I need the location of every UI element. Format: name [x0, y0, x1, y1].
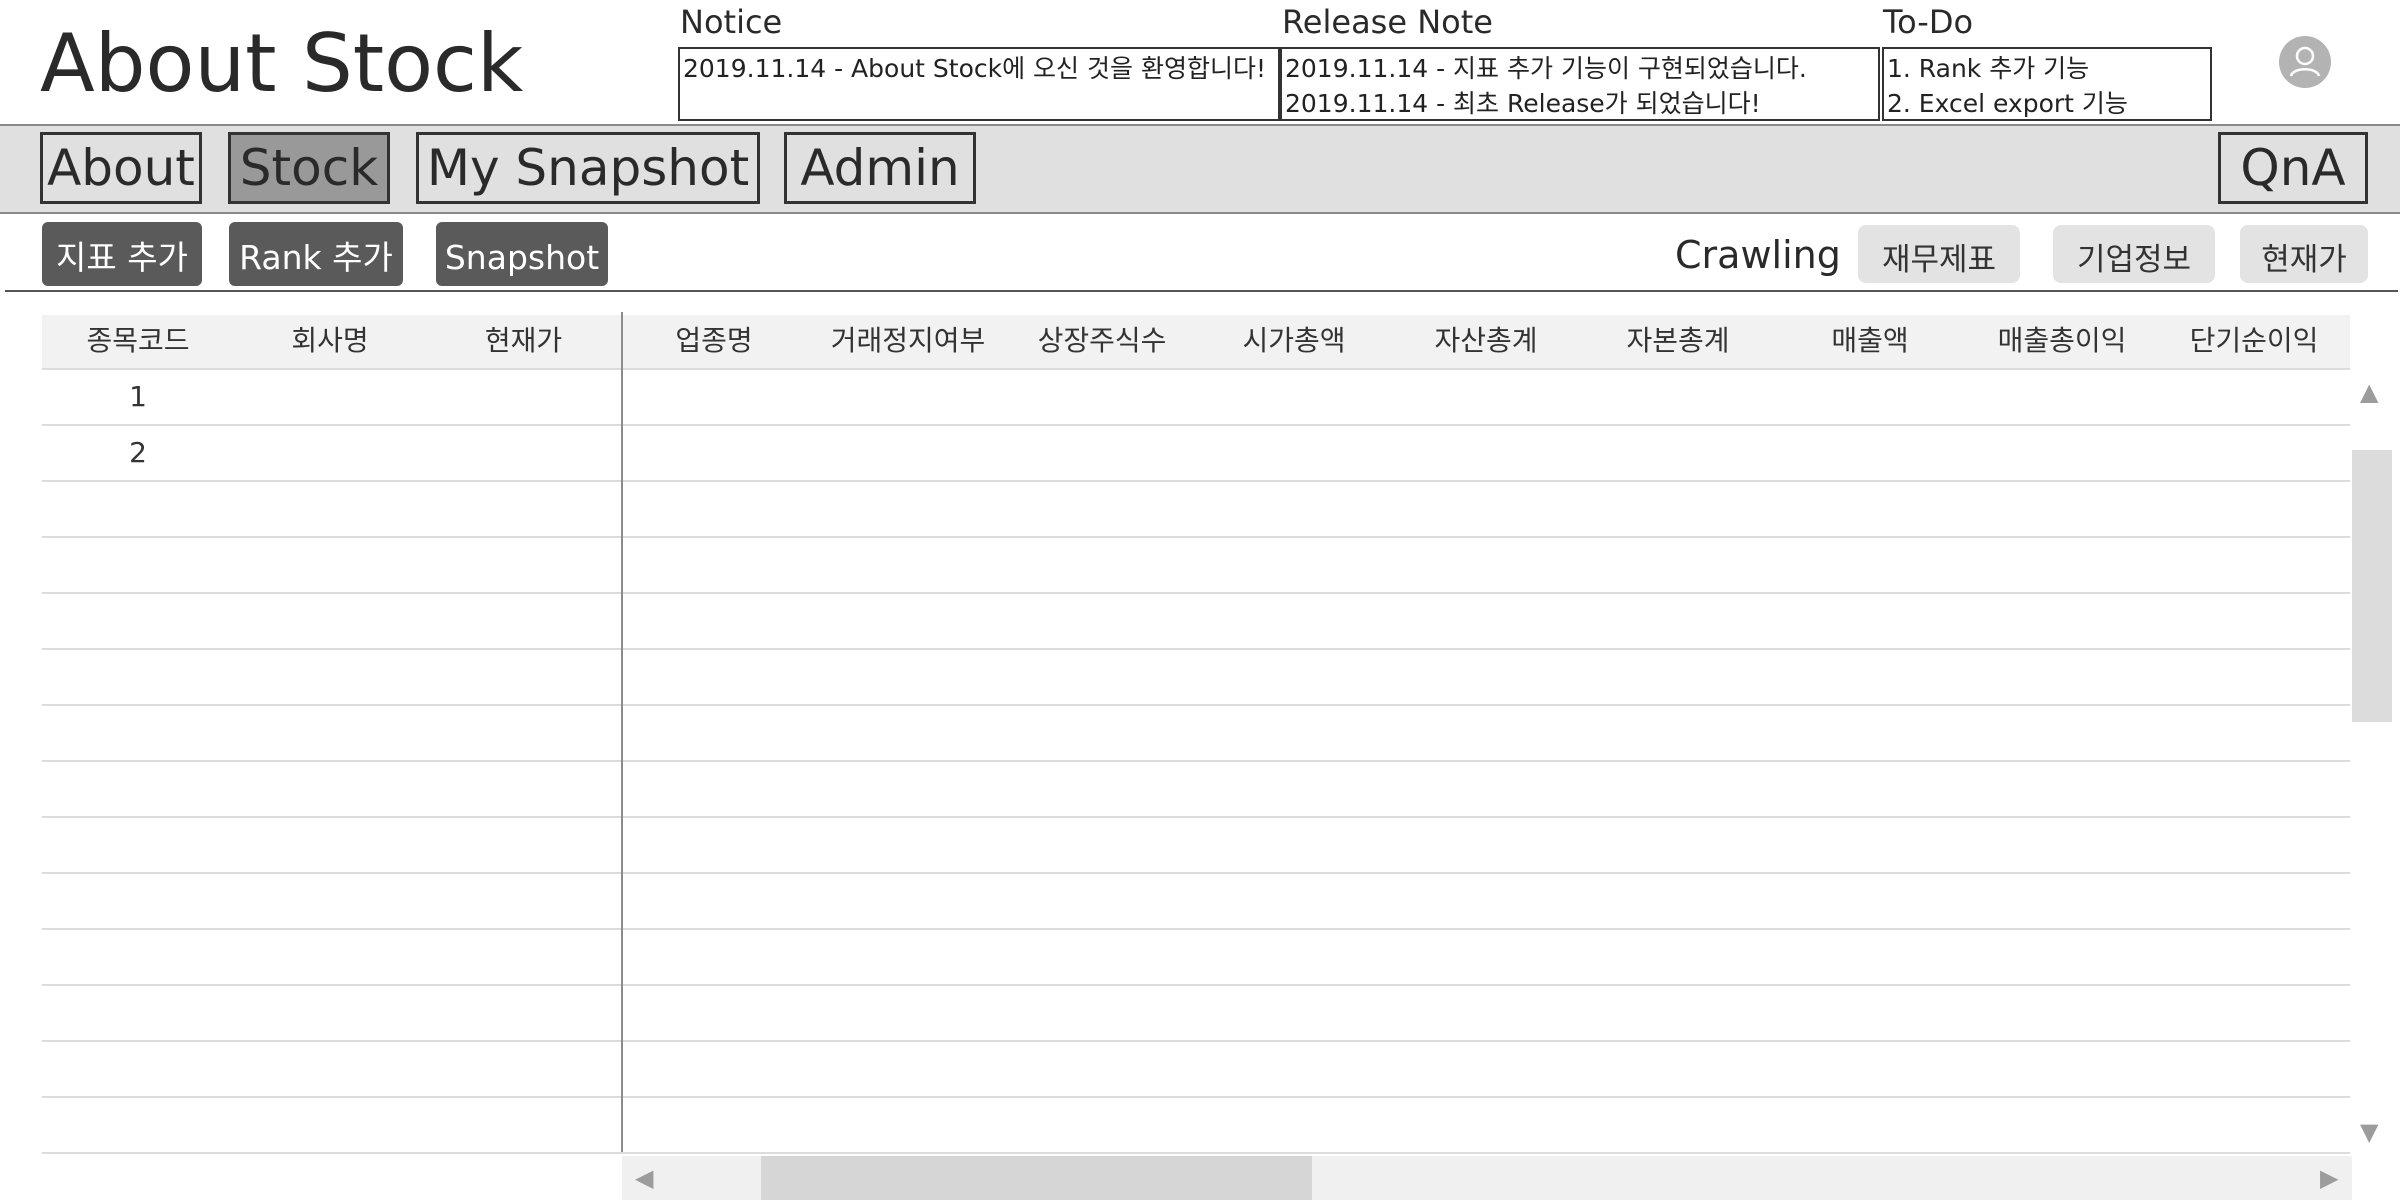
column-header[interactable]: 종목코드: [42, 315, 234, 369]
column-header[interactable]: 매출액: [1774, 315, 1966, 369]
row-divider: [42, 760, 2350, 762]
app-title: About Stock: [40, 17, 524, 110]
row-divider: [42, 592, 2350, 594]
release-note-title: Release Note: [1282, 3, 1493, 41]
toolbar-divider: [5, 290, 2398, 292]
row-divider: [42, 928, 2350, 930]
notice-title: Notice: [680, 3, 783, 41]
column-header[interactable]: 거래정지여부: [810, 315, 1006, 369]
row-divider: [42, 1096, 2350, 1098]
scroll-down-icon[interactable]: ▼: [2360, 1120, 2378, 1144]
tab-stock[interactable]: Stock: [228, 132, 390, 204]
column-header[interactable]: 자본총계: [1582, 315, 1774, 369]
release-note-box: 2019.11.14 - 지표 추가 기능이 구현되었습니다. 2019.11.…: [1280, 47, 1880, 121]
add-indicator-button[interactable]: 지표 추가: [42, 222, 202, 286]
row-divider: [42, 424, 2350, 426]
row-divider: [42, 536, 2350, 538]
scroll-up-icon[interactable]: ▲: [2360, 380, 2378, 404]
crawl-company-info-button[interactable]: 기업정보: [2053, 225, 2215, 283]
row-divider: [42, 984, 2350, 986]
horizontal-scrollbar-thumb[interactable]: [761, 1156, 1312, 1200]
qna-button[interactable]: QnA: [2218, 132, 2368, 204]
todo-box: 1. Rank 추가 기능 2. Excel export 기능: [1882, 47, 2212, 121]
todo-title: To-Do: [1883, 3, 1974, 41]
column-header[interactable]: 단기순이익: [2158, 315, 2350, 369]
user-avatar-icon[interactable]: [2279, 36, 2331, 88]
column-header[interactable]: 시가총액: [1198, 315, 1390, 369]
tab-my-snapshot[interactable]: My Snapshot: [416, 132, 760, 204]
row-divider: [42, 1152, 2350, 1154]
row-code-cell[interactable]: 1: [42, 369, 234, 425]
row-divider: [42, 872, 2350, 874]
row-divider: [42, 480, 2350, 482]
column-header[interactable]: 업종명: [623, 315, 805, 369]
release-note-line: 2019.11.14 - 지표 추가 기능이 구현되었습니다.: [1285, 54, 1807, 83]
row-divider: [42, 648, 2350, 650]
row-divider: [42, 1040, 2350, 1042]
notice-box: 2019.11.14 - About Stock에 오신 것을 환영합니다!: [678, 47, 1280, 121]
release-note-line: 2019.11.14 - 최초 Release가 되었습니다!: [1285, 89, 1761, 118]
scroll-left-icon[interactable]: ◀: [635, 1166, 653, 1190]
row-divider: [42, 368, 2350, 370]
crawl-financials-button[interactable]: 재무제표: [1858, 225, 2020, 283]
user-silhouette-icon: [2289, 46, 2321, 77]
notice-line: 2019.11.14 - About Stock에 오신 것을 환영합니다!: [683, 54, 1266, 83]
column-header[interactable]: 회사명: [234, 315, 426, 369]
row-code-cell[interactable]: 2: [42, 425, 234, 481]
row-divider: [42, 816, 2350, 818]
tab-about[interactable]: About: [40, 132, 202, 204]
column-header[interactable]: 매출총이익: [1966, 315, 2158, 369]
todo-line: 1. Rank 추가 기능: [1887, 54, 2090, 83]
add-rank-button[interactable]: Rank 추가: [229, 222, 403, 286]
column-header[interactable]: 현재가: [426, 315, 621, 369]
vertical-scrollbar-thumb[interactable]: [2352, 450, 2392, 722]
scroll-right-icon[interactable]: ▶: [2320, 1166, 2338, 1190]
snapshot-button[interactable]: Snapshot: [436, 222, 608, 286]
crawling-label: Crawling: [1675, 233, 1841, 277]
column-header[interactable]: 상장주식수: [1006, 315, 1198, 369]
column-header[interactable]: 자산총계: [1390, 315, 1582, 369]
tab-admin[interactable]: Admin: [784, 132, 976, 204]
frozen-column-divider: [621, 312, 623, 1152]
todo-line: 2. Excel export 기능: [1887, 89, 2128, 118]
row-divider: [42, 704, 2350, 706]
crawl-current-price-button[interactable]: 현재가: [2240, 225, 2368, 283]
